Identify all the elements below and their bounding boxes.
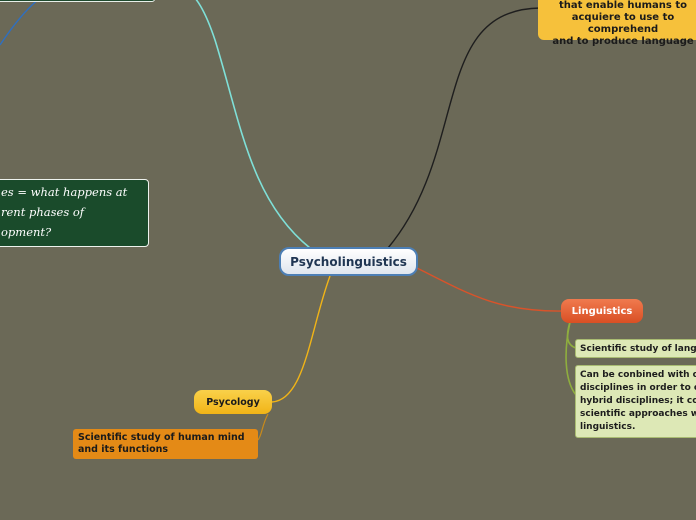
linguistics-subtopic-hybrid-disciplines[interactable]: Can be conbined with o disciplines in or… — [575, 365, 696, 438]
linguistics-subtopic-definition[interactable]: Scientific study of langu — [575, 339, 696, 358]
psycology-subtopic-definition[interactable]: Scientific study of human mind and its f… — [73, 429, 258, 459]
link-central-to-topright — [387, 7, 541, 249]
link-topleft-branch-blue — [0, 0, 39, 46]
green-note-node[interactable]: es = what happens at rent phases of opme… — [0, 179, 149, 247]
central-topic-psycholinguistics[interactable]: Psycholinguistics — [279, 247, 418, 276]
topleft-partial-node[interactable] — [0, 0, 155, 2]
link-central-to-psycology — [271, 275, 331, 403]
link-central-to-topleft — [195, 0, 311, 249]
topic-linguistics[interactable]: Linguistics — [561, 299, 643, 323]
link-psycology-to-subtopic — [257, 413, 269, 441]
topic-psycology[interactable]: Psycology — [194, 390, 272, 414]
topright-node[interactable]: that enable humans to acquiere to use to… — [538, 0, 696, 47]
link-central-to-linguistics — [416, 267, 564, 312]
